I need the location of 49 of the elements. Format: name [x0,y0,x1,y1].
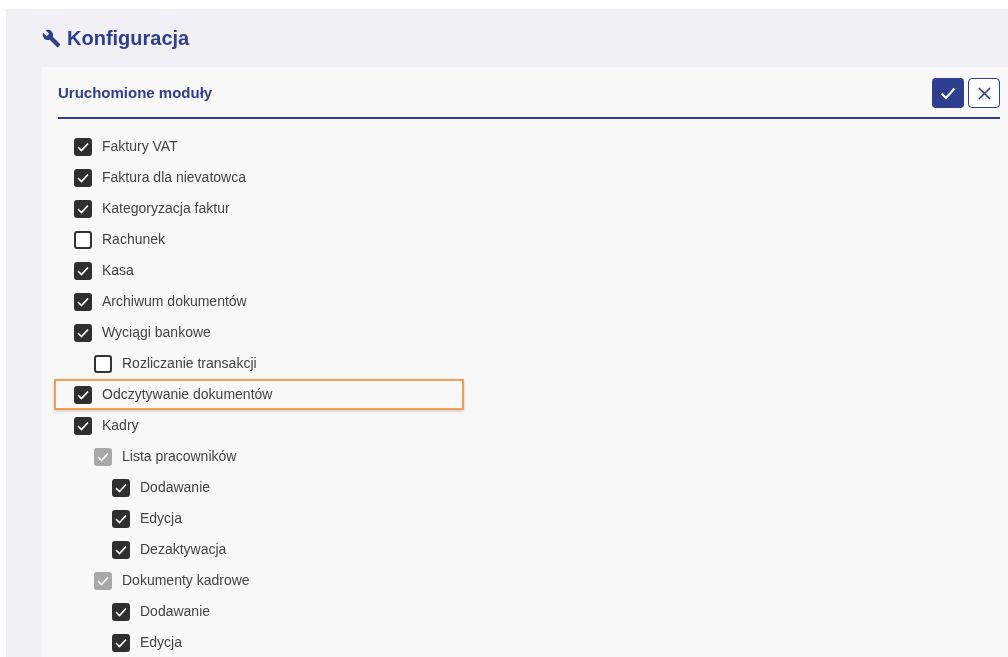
panel-title: Uruchomione moduły [58,82,213,103]
check-icon [115,606,127,617]
check-icon [77,203,89,214]
wrench-icon [42,28,61,48]
close-button[interactable] [968,78,1000,108]
checkbox[interactable] [74,230,92,249]
module-label: Dokumenty kadrowe [122,571,250,590]
module-label: Dodawanie [140,602,211,621]
module-label: Edycja [140,509,183,528]
checkbox[interactable] [74,199,92,218]
module-label: Faktury VAT [102,137,178,156]
check-icon [97,575,109,586]
module-label: Kasa [102,261,134,280]
module-label: Rachunek [102,230,166,249]
checkbox[interactable] [74,323,92,342]
check-icon [77,296,89,307]
confirm-button[interactable] [932,78,964,108]
check-icon [115,513,127,524]
close-icon [977,86,991,100]
checkbox[interactable] [74,137,92,156]
module-label: Edycja [140,633,183,652]
check-icon [77,389,89,400]
module-label: Wyciągi bankowe [102,323,211,342]
module-label: Lista pracowników [122,447,237,466]
module-label: Odczytywanie dokumentów [102,385,273,404]
checkbox[interactable] [94,354,112,373]
module-label: Dezaktywacja [140,540,227,559]
page-title: Konfiguracja [67,26,190,51]
checkbox[interactable] [74,416,92,435]
check-icon [77,327,89,338]
check-icon [77,265,89,276]
check-icon [77,172,89,183]
check-icon [940,86,956,100]
check-icon [115,482,127,493]
check-icon [77,420,89,431]
checkbox[interactable] [74,261,92,280]
module-label: Rozliczanie transakcji [122,354,257,373]
checkbox[interactable] [74,385,92,404]
module-label: Kategoryzacja faktur [102,199,230,218]
module-label: Dodawanie [140,478,211,497]
module-label: Kadry [102,416,139,435]
module-label: Archiwum dokumentów [102,292,247,311]
module-label: Faktura dla nievatowca [102,168,246,187]
check-icon [115,544,127,555]
checkbox[interactable] [74,292,92,311]
check-icon [77,141,89,152]
check-icon [97,451,109,462]
checkbox[interactable] [74,168,92,187]
check-icon [115,637,127,648]
